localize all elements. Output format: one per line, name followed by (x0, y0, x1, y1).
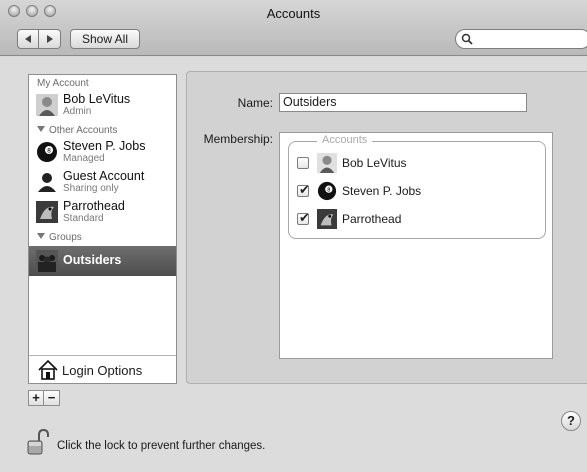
bob-avatar-icon (317, 153, 337, 173)
member-row-bob-levitus[interactable]: Bob LeVitus (297, 153, 537, 175)
svg-text:8: 8 (47, 148, 51, 155)
group-name-field[interactable]: Outsiders (279, 93, 527, 112)
account-role: Sharing only (63, 183, 119, 194)
member-name: Parrothead (342, 212, 402, 226)
svg-text:8: 8 (327, 187, 331, 193)
member-name: Steven P. Jobs (342, 184, 422, 198)
membership-list: Accounts Bob LeVitus ✔ 8 Steven P. Jobs … (279, 132, 553, 359)
name-label: Name: (237, 96, 273, 110)
parrot-avatar-icon (317, 209, 337, 229)
member-checkbox[interactable]: ✔ (297, 182, 310, 197)
account-name: Parrothead (63, 199, 125, 213)
account-name: Steven P. Jobs (63, 139, 146, 153)
checkmark-icon: ✔ (299, 210, 310, 225)
account-name: Guest Account (63, 169, 145, 183)
account-item-parrothead[interactable]: Parrothead Standard (29, 199, 176, 229)
group-detail-panel: Name: Outsiders Membership: Accounts Bob… (186, 71, 587, 384)
groups-heading[interactable]: Groups (37, 232, 82, 243)
unlocked-padlock-icon[interactable] (27, 429, 49, 455)
account-item-bob-levitus[interactable]: Bob LeVitus Admin (29, 92, 176, 122)
login-options-item[interactable]: Login Options (29, 355, 176, 383)
search-input[interactable] (455, 29, 587, 49)
member-name: Bob LeVitus (342, 156, 407, 170)
back-button[interactable] (17, 29, 39, 49)
member-checkbox[interactable] (297, 157, 309, 169)
other-accounts-heading[interactable]: Other Accounts (37, 125, 117, 136)
add-account-button[interactable]: + (28, 390, 44, 406)
accounts-window: Accounts Show All My Account Bob LeVitus… (0, 0, 587, 472)
show-all-button[interactable]: Show All (70, 29, 140, 49)
house-icon (38, 359, 58, 380)
account-item-guest-account[interactable]: Guest Account Sharing only (29, 169, 176, 199)
disclosure-triangle-icon (37, 233, 45, 239)
chevron-left-icon (25, 35, 31, 43)
accounts-legend: Accounts (317, 134, 373, 146)
eight-ball-avatar-icon: 8 (37, 142, 57, 162)
account-item-steven-p-jobs[interactable]: 8 Steven P. Jobs Managed (29, 139, 176, 169)
nav-segmented-control (17, 29, 61, 49)
parrot-avatar-icon (36, 201, 58, 223)
remove-account-button[interactable]: − (44, 390, 60, 406)
add-remove-controls: + − (28, 390, 60, 406)
eight-ball-avatar-icon: 8 (317, 181, 337, 201)
preferences-content: My Account Bob LeVitus Admin Other Accou… (0, 57, 587, 472)
account-role: Admin (63, 106, 92, 117)
accounts-list: My Account Bob LeVitus Admin Other Accou… (28, 74, 177, 384)
window-title: Accounts (266, 6, 321, 21)
forward-button[interactable] (39, 29, 61, 49)
member-checkbox[interactable]: ✔ (297, 210, 310, 225)
group-icon (36, 250, 58, 272)
member-row-parrothead[interactable]: ✔ Parrothead (297, 209, 537, 231)
guest-silhouette-icon (38, 173, 56, 192)
search-icon (461, 33, 473, 45)
lock-message: Click the lock to prevent further change… (57, 440, 266, 452)
member-row-steven-p-jobs[interactable]: ✔ 8 Steven P. Jobs (297, 181, 537, 203)
my-account-heading: My Account (37, 78, 89, 89)
login-options-label: Login Options (62, 363, 143, 378)
bob-avatar-icon (36, 94, 58, 116)
toolbar: Accounts Show All (0, 0, 587, 56)
chevron-right-icon (46, 35, 53, 43)
membership-label: Membership: (203, 132, 273, 146)
account-role: Managed (63, 153, 105, 164)
group-name: Outsiders (63, 253, 122, 267)
account-role: Standard (63, 213, 104, 224)
checkmark-icon: ✔ (299, 182, 310, 197)
help-button[interactable]: ? (561, 411, 581, 431)
accounts-group-box: Accounts Bob LeVitus ✔ 8 Steven P. Jobs … (288, 134, 546, 239)
disclosure-triangle-icon (37, 126, 45, 132)
account-name: Bob LeVitus (63, 92, 131, 106)
group-item-outsiders[interactable]: Outsiders (29, 246, 176, 276)
